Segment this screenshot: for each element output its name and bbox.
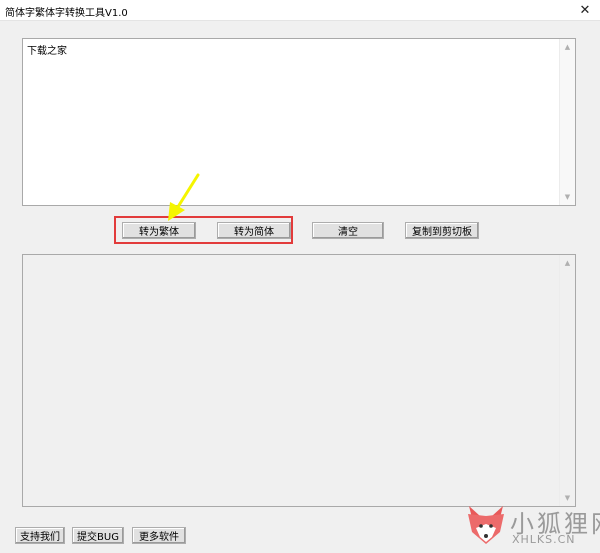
more-software-button[interactable]: 更多软件 [132,527,186,544]
input-textarea[interactable]: 下载之家 ▲ ▼ [22,38,576,206]
scroll-up-icon[interactable]: ▲ [560,40,575,54]
scroll-down-icon[interactable]: ▼ [560,190,575,204]
fox-logo-icon [468,506,504,544]
app-window: 简体字繁体字转换工具V1.0 ✕ 下载之家 ▲ ▼ 转为繁体 转为简体 清空 复… [0,0,600,553]
input-scrollbar[interactable]: ▲ ▼ [559,39,575,205]
title-bar[interactable]: 简体字繁体字转换工具V1.0 ✕ [0,0,600,21]
watermark-chinese: 小狐狸网 [510,510,600,538]
watermark: 小狐狸网 XHLKS.CN [462,500,600,550]
copy-to-clipboard-button[interactable]: 复制到剪切板 [405,222,479,239]
close-button[interactable]: ✕ [570,0,600,20]
submit-bug-button[interactable]: 提交BUG [72,527,124,544]
output-scrollbar[interactable]: ▲ ▼ [559,255,575,506]
to-traditional-button[interactable]: 转为繁体 [122,222,196,239]
clear-button[interactable]: 清空 [312,222,384,239]
input-text: 下载之家 [27,46,67,57]
close-icon: ✕ [579,2,591,18]
output-textarea[interactable]: ▲ ▼ [22,254,576,507]
scroll-down-icon[interactable]: ▼ [560,491,575,505]
scroll-up-icon[interactable]: ▲ [560,256,575,270]
support-us-button[interactable]: 支持我们 [15,527,65,544]
window-title: 简体字繁体字转换工具V1.0 [5,8,128,19]
watermark-english: XHLKS.CN [512,533,576,546]
to-simplified-button[interactable]: 转为简体 [217,222,291,239]
